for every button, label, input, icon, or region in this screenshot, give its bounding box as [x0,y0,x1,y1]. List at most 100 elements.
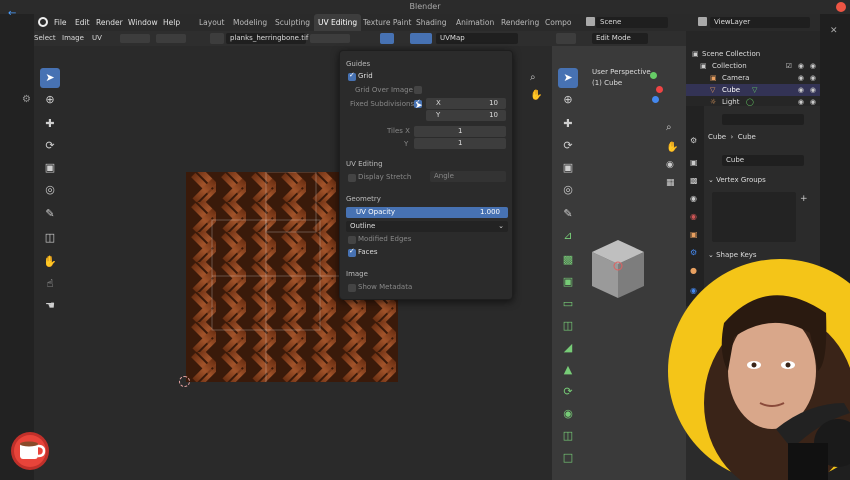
viewport-cursor-tool-icon[interactable]: ⊕ [558,90,578,110]
tab-animation[interactable]: Animation [452,14,498,31]
tab-uv-editing[interactable]: UV Editing [314,14,362,31]
annotate-tool-icon[interactable]: ✎ [40,204,60,224]
camera-icon[interactable]: ◉ [810,84,816,96]
extrude-tool-icon[interactable]: ▩ [558,250,578,270]
grid-checkbox[interactable] [348,71,356,81]
scene-selector[interactable]: Scene [596,17,668,28]
eye-icon[interactable]: ◉ [798,84,804,96]
camera-icon[interactable]: ◉ [810,60,816,72]
pinch-tool-icon[interactable]: ☚ [40,296,60,316]
world-tab-icon[interactable]: ◉ [690,212,697,221]
2d-cursor-icon[interactable] [179,376,190,387]
vertex-groups-list[interactable] [712,192,796,242]
back-arrow-icon[interactable]: ← [8,8,16,19]
mode-selector[interactable]: Edit Mode [592,33,648,44]
subdivisions-x-field[interactable]: X 10 [426,98,506,109]
close-icon[interactable]: ✕ [830,26,838,36]
knife-tool-icon[interactable]: ◢ [558,338,578,358]
tab-sculpting[interactable]: Sculpting [271,14,314,31]
image-menu[interactable]: Image [62,33,84,44]
faces-checkbox[interactable] [348,247,356,257]
overlays-dropdown-icon[interactable] [410,33,432,44]
tiles-x-field[interactable]: 1 [414,126,506,137]
close-window-icon[interactable] [836,2,846,12]
viewport-scale-tool-icon[interactable]: ▣ [558,158,578,178]
output-tab-icon[interactable]: ▩ [690,176,698,185]
image-actions-icon[interactable] [310,34,350,43]
mesh-data-name-field[interactable]: Cube [722,155,804,166]
inset-tool-icon[interactable]: ▣ [558,272,578,292]
tab-layout[interactable]: Layout [195,14,229,31]
scale-tool-icon[interactable]: ▣ [40,158,60,178]
image-name-field[interactable]: planks_herringbone.tif [226,33,308,44]
tab-modeling[interactable]: Modeling [229,14,271,31]
image-browse-icon[interactable] [210,33,224,44]
select-mode-icon[interactable] [120,34,150,43]
modified-edges-checkbox[interactable] [348,236,356,244]
camera-icon[interactable]: ◉ [810,72,816,84]
uvmap-selector[interactable]: UVMap [436,33,518,44]
overlay-toggle-icon[interactable] [380,33,394,44]
edge-display-dropdown[interactable]: Outline ⌄ [346,221,508,232]
outliner-row-scene-collection[interactable]: ▣ Scene Collection [686,48,820,60]
subdivisions-y-field[interactable]: Y 10 [426,110,506,121]
display-stretch-checkbox[interactable] [348,174,356,182]
uv-opacity-slider[interactable]: UV Opacity 1.000 [346,207,508,218]
outliner-row-cube[interactable]: ▽ Cube ▽ ◉ ◉ [686,84,820,96]
eye-icon[interactable]: ◉ [798,72,804,84]
poly-build-tool-icon[interactable]: ▲ [558,360,578,380]
render-tab-icon[interactable]: ▣ [690,158,698,167]
menu-window[interactable]: Window [128,14,158,31]
select-box-tool-icon[interactable]: ➤ [40,68,60,88]
tab-shading[interactable]: Shading [412,14,450,31]
smooth-tool-icon[interactable]: ◉ [558,404,578,424]
vertex-groups-panel-header[interactable]: ⌄ Vertex Groups [708,176,766,184]
measure-tool-icon[interactable]: ⊿ [558,226,578,246]
bevel-tool-icon[interactable]: ▭ [558,294,578,314]
outliner-row-collection[interactable]: ▣ Collection ☑ ◉ ◉ [686,60,820,72]
blender-logo-icon[interactable] [38,17,48,27]
tab-compositing[interactable]: Compo [541,14,575,31]
tiles-y-field[interactable]: 1 [414,138,506,149]
edge-slide-tool-icon[interactable]: ◫ [558,426,578,446]
zoom-icon[interactable]: ⌕ [530,72,536,83]
move-tool-icon[interactable]: ✚ [40,114,60,134]
select-menu[interactable]: Select [34,33,56,44]
rotate-tool-icon[interactable]: ⟳ [40,136,60,156]
viewport-pan-icon[interactable]: ✋ [666,142,678,153]
menu-render[interactable]: Render [96,14,123,31]
viewport-zoom-icon[interactable]: ⌕ [666,122,672,133]
grab-tool-icon[interactable]: ✋ [40,252,60,272]
stretch-mode-dropdown[interactable]: Angle [430,171,506,182]
viewport-grid-icon[interactable]: ▦ [666,178,675,188]
navigation-gizmo[interactable] [638,72,664,103]
show-metadata-checkbox[interactable] [348,284,356,292]
gizmo-x-axis[interactable] [656,86,663,93]
snap-icon[interactable] [156,34,186,43]
viewport-move-tool-icon[interactable]: ✚ [558,114,578,134]
uv-menu[interactable]: UV [92,33,102,44]
grid-over-image-checkbox[interactable] [414,86,422,94]
loop-cut-tool-icon[interactable]: ◫ [558,316,578,336]
viewport-select-tool-icon[interactable]: ➤ [558,68,578,88]
scene-tab-icon[interactable]: ◉ [690,194,697,203]
object-tab-icon[interactable]: ▣ [690,230,698,239]
relax-tool-icon[interactable]: ☝ [40,274,60,294]
rip-tool-icon[interactable]: ◫ [40,228,60,248]
menu-help[interactable]: Help [163,14,180,31]
gear-icon[interactable]: ⚙ [22,94,31,105]
menu-edit[interactable]: Edit [75,14,90,31]
cursor-tool-icon[interactable]: ⊕ [40,90,60,110]
viewport-annotate-tool-icon[interactable]: ✎ [558,204,578,224]
tool-tab-icon[interactable]: ⚙ [690,136,697,145]
properties-search-input[interactable] [722,114,804,125]
shrink-tool-icon[interactable]: □ [558,448,578,468]
checkbox-icon[interactable]: ☑ [786,60,792,72]
eye-icon[interactable]: ◉ [798,60,804,72]
transform-tool-icon[interactable]: ◎ [40,180,60,200]
viewport-transform-tool-icon[interactable]: ◎ [558,180,578,200]
viewport-camera-icon[interactable]: ◉ [666,160,674,170]
viewlayer-selector[interactable]: ViewLayer [710,17,810,28]
menu-file[interactable]: File [54,14,67,31]
outliner-row-camera[interactable]: ▣ Camera ◉ ◉ [686,72,820,84]
